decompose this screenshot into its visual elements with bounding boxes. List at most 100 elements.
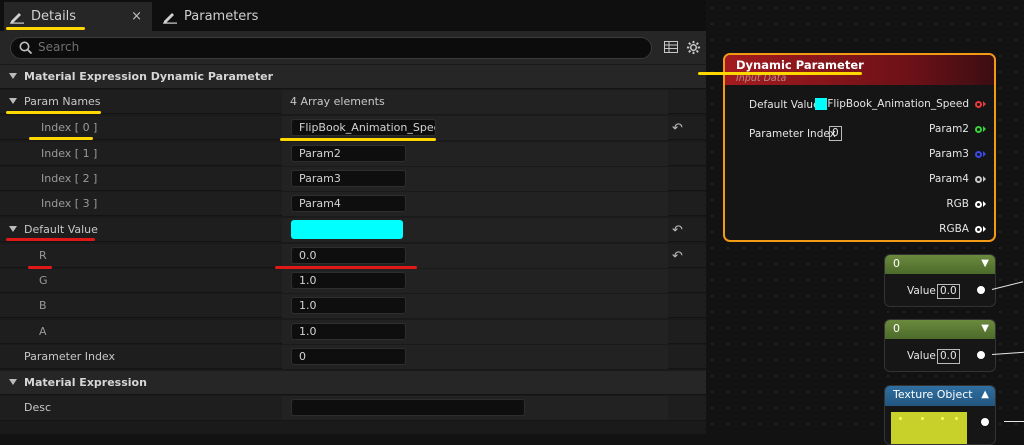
pin-arrow-icon [983,176,986,182]
output-label: Param2 [929,123,969,135]
node-title: Texture Object [893,388,973,401]
param-names-row[interactable]: Param Names 4 Array elements [0,90,706,114]
output-label: FlipBook_Animation_Speed [827,98,969,110]
pin-arrow-icon [983,201,986,207]
pencil-icon [163,12,177,24]
category-material-expression[interactable]: Material Expression [0,371,706,395]
output-label: RGB [946,198,969,210]
desc-label: Desc [24,401,52,414]
channel-row-r[interactable]: R 0.0 ↶ [0,244,706,268]
pin-arrow-icon [983,126,986,132]
value-label: Value [907,350,936,362]
index-label: Index [ 1 ] [41,147,98,160]
texture-thumbnail [891,412,967,444]
index-2-input[interactable]: Param3 [291,170,406,187]
reset-arrow-icon[interactable]: ↶ [672,223,683,238]
output-pin-flipbook[interactable] [975,101,982,108]
default-value-row[interactable]: Default Value ↶ [0,218,706,242]
reset-arrow-icon[interactable]: ↶ [672,249,683,264]
chevron-down-icon[interactable]: ▼ [981,323,989,334]
tab-parameters-label: Parameters [184,9,259,24]
node-title: Dynamic Parameter [736,58,864,72]
pencil-icon [10,12,24,24]
node-header[interactable]: 0 ▼ [885,255,995,274]
index-row-0[interactable]: Index [ 0 ] FlipBook_Animation_Speed ↶ [0,116,706,140]
grid-icon[interactable] [664,41,678,53]
channel-g-input[interactable]: 1.0 [291,272,406,289]
index-label: Index [ 2 ] [41,172,98,185]
dynamic-parameter-node[interactable]: Dynamic Parameter Input Data Default Val… [723,53,996,242]
details-panel: Details × Parameters Search Material Exp… [0,0,706,434]
node-header[interactable]: 0 ▼ [885,320,995,339]
output-pin[interactable] [977,351,985,359]
constant-value[interactable]: 0.0 [937,349,960,364]
parameter-index-label: Parameter Index [24,350,116,363]
desc-row[interactable]: Desc [0,396,706,421]
reset-arrow-icon[interactable]: ↶ [672,121,683,136]
parameter-index-input[interactable]: 0 [291,348,406,365]
node-header[interactable]: Dynamic Parameter Input Data [725,55,994,85]
color-swatch[interactable] [291,220,403,239]
constant-node[interactable]: 0 ▼ Value 0.0 [884,254,996,307]
default-value-swatch[interactable] [815,98,827,110]
channel-label: G [39,274,48,287]
yellow-underline [29,137,93,140]
category-dynamic-parameter[interactable]: Material Expression Dynamic Parameter [0,65,706,89]
expand-triangle-icon [9,226,17,232]
channel-a-input[interactable]: 1.0 [291,323,406,340]
index-row-1[interactable]: Index [ 1 ] Param2 [0,142,706,166]
expand-triangle-icon [9,98,17,104]
chevron-down-icon[interactable]: ▼ [981,258,989,269]
output-pin[interactable] [977,286,985,294]
default-value-label: Default Value [24,223,98,236]
index-3-input[interactable]: Param4 [291,195,406,212]
output-pin[interactable] [981,418,989,426]
param-names-count: 4 Array elements [290,95,385,108]
output-label: RGBA [939,223,969,235]
channel-r-input[interactable]: 0.0 [291,247,406,264]
output-pin-param3[interactable] [975,151,982,158]
output-pin-param2[interactable] [975,126,982,133]
channel-row-b[interactable]: B 1.0 [0,294,706,318]
index-row-3[interactable]: Index [ 3 ] Param4 [0,192,706,216]
category-label: Material Expression Dynamic Parameter [24,70,273,83]
index-0-input[interactable]: FlipBook_Animation_Speed [291,119,436,136]
search-icon [19,41,33,55]
texture-object-node[interactable]: Texture Object ▲ [884,385,996,445]
channel-row-a[interactable]: A 1.0 [0,320,706,344]
output-pin-rgba[interactable] [975,226,982,233]
index-1-input[interactable]: Param2 [291,145,406,162]
yellow-underline [280,138,436,141]
search-input[interactable]: Search [10,37,652,59]
tab-parameters[interactable]: Parameters [160,2,270,31]
output-pin-rgb[interactable] [975,201,982,208]
channel-label: R [39,249,47,262]
chevron-up-icon[interactable]: ▲ [981,389,989,400]
pin-arrow-icon [983,226,986,232]
node-header[interactable]: Texture Object ▲ [885,386,995,406]
parameter-index-value[interactable]: 0 [829,126,842,141]
yellow-underline [6,27,85,30]
node-title: 0 [893,322,900,335]
connection-wire [1004,421,1024,422]
tab-bar: Details × Parameters [0,0,706,31]
channel-b-input[interactable]: 1.0 [291,297,406,314]
constant-value[interactable]: 0.0 [937,284,960,299]
channel-row-g[interactable]: G 1.0 [0,269,706,293]
yellow-underline [698,72,862,75]
category-label: Material Expression [24,376,147,389]
desc-input[interactable] [291,399,525,416]
index-row-2[interactable]: Index [ 2 ] Param3 [0,167,706,191]
channel-label: A [39,325,47,338]
details-toolbar: Search [0,31,706,64]
node-title: 0 [893,257,900,270]
constant-node[interactable]: 0 ▼ Value 0.0 [884,319,996,372]
pin-arrow-icon [983,151,986,157]
gear-icon[interactable] [686,40,701,55]
output-pin-param4[interactable] [975,176,982,183]
parameter-index-label: Parameter Index [749,128,836,140]
yellow-underline [6,111,101,114]
pin-arrow-icon [983,101,986,107]
parameter-index-row[interactable]: Parameter Index 0 [0,345,706,369]
close-icon[interactable]: × [131,9,142,24]
